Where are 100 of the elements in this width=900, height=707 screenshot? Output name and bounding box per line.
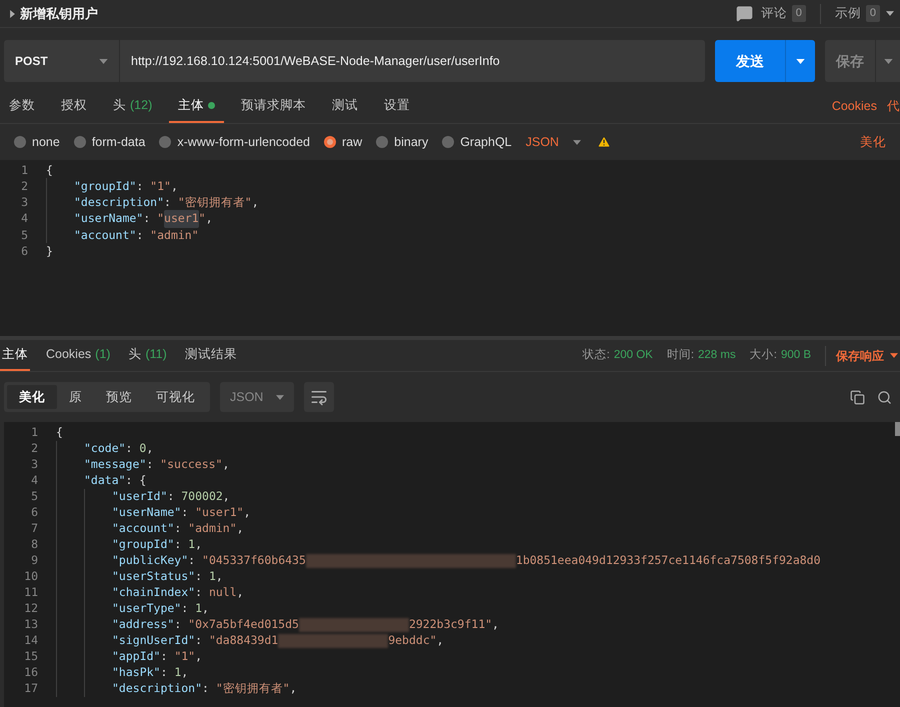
- code-line: "hasPk": 1,: [112, 664, 188, 682]
- line-number: 9: [30, 552, 39, 570]
- body-type-radio[interactable]: none: [14, 132, 60, 152]
- line-number: 12: [23, 600, 39, 618]
- view-mode-tab[interactable]: 原: [57, 385, 94, 409]
- view-mode-tab[interactable]: 美化: [7, 385, 57, 409]
- request-tab[interactable]: 参数: [0, 90, 44, 123]
- caret-icon: [276, 394, 284, 400]
- expand-arrow-icon[interactable]: [10, 10, 15, 18]
- code-line: "account": "admin": [74, 226, 199, 244]
- line-number: 16: [23, 664, 39, 682]
- line-number: 1: [30, 424, 39, 442]
- line-number: 17: [23, 680, 39, 698]
- line-number: 5: [20, 226, 29, 244]
- code-line: "description": "密钥拥有者",: [112, 680, 297, 698]
- line-number: 10: [23, 568, 39, 586]
- response-tab[interactable]: 头 (11): [126, 340, 169, 371]
- status-value: 200 OK: [614, 348, 653, 363]
- examples-label[interactable]: 示例: [834, 4, 861, 23]
- body-type-radio[interactable]: binary: [376, 132, 428, 152]
- comments-count: 0: [792, 5, 806, 22]
- url-field[interactable]: http://192.168.10.124:5001/WeBASE-Node-Manager/user/userInfo: [119, 40, 705, 82]
- response-tab[interactable]: 主体: [0, 340, 30, 371]
- code-line: "userName": "user1",: [112, 504, 251, 522]
- line-number: 1: [20, 162, 29, 179]
- line-number: 3: [30, 456, 39, 474]
- status-label: 状态:: [582, 348, 610, 363]
- code-line: "userStatus": 1,: [112, 568, 223, 586]
- caret-icon: [890, 353, 898, 358]
- status-label: 时间:: [666, 348, 694, 363]
- code-line: "groupId": "1",: [74, 178, 178, 195]
- caret-icon: [886, 11, 894, 16]
- line-number: 3: [20, 194, 29, 212]
- code-line: "groupId": 1,: [112, 536, 202, 554]
- link[interactable]: Cookies: [832, 97, 877, 116]
- format-select[interactable]: JSON: [526, 132, 581, 152]
- caret-icon: [884, 58, 892, 64]
- copy-icon[interactable]: [850, 390, 865, 404]
- view-mode-tab[interactable]: 可视化: [144, 385, 207, 409]
- comments-label[interactable]: 评论: [760, 4, 787, 23]
- view-mode-tab[interactable]: 预览: [94, 385, 144, 409]
- code-line: "chainIndex": null,: [112, 584, 244, 602]
- line-number: 6: [30, 504, 39, 522]
- line-number: 13: [23, 616, 39, 634]
- code-line: "userId": 700002,: [112, 488, 230, 506]
- search-icon[interactable]: [877, 390, 892, 404]
- code-line: "description": "密钥拥有者",: [74, 194, 259, 212]
- code-line: "userType": 1,: [112, 600, 209, 618]
- code-line: "publicKey": "045337f60b6435 1b0851eea049d12933f257ce1146fca7508f5f92a8d0: [112, 552, 821, 570]
- code-line: }: [46, 243, 53, 260]
- code-line: {: [56, 424, 63, 442]
- request-body-editor[interactable]: 1 { 2 "groupId": "1", 3 "description": "密钥拥有者", 4 "userName": "user1", 5 "account": "admin" 6 }: [0, 160, 900, 336]
- line-number: 8: [30, 536, 39, 554]
- line-number: 11: [23, 584, 39, 602]
- request-tab[interactable]: 预请求脚本: [232, 90, 316, 123]
- code-line: "code": 0,: [84, 440, 154, 458]
- code-line: "address": "0x7a5bf4ed015d5 2922b3c9f11",: [112, 616, 499, 634]
- body-type-radio[interactable]: form-data: [74, 132, 146, 152]
- response-tab[interactable]: Cookies (1): [44, 340, 112, 371]
- status-value: 900 B: [780, 348, 811, 363]
- line-number: 4: [30, 472, 39, 490]
- code-line: "appId": "1",: [112, 648, 202, 666]
- wrap-text-button[interactable]: [304, 382, 334, 412]
- line-number: 4: [20, 210, 29, 228]
- save-response-button[interactable]: 保存响应: [836, 346, 900, 364]
- code-line: {: [46, 162, 53, 179]
- request-tab[interactable]: 设置: [375, 90, 420, 123]
- wrap-text-icon: [310, 388, 328, 406]
- line-number: 15: [23, 648, 39, 666]
- body-type-radio[interactable]: x-www-form-urlencoded: [159, 132, 310, 152]
- request-tab[interactable]: 授权: [52, 90, 96, 123]
- beautify-link[interactable]: 美化: [860, 132, 886, 152]
- body-type-radio[interactable]: GraphQL: [442, 132, 512, 152]
- comment-icon[interactable]: [736, 5, 753, 22]
- caret-icon: [572, 140, 581, 144]
- examples-count: 0: [866, 5, 880, 22]
- code-line: "message": "success",: [84, 456, 230, 474]
- line-number: 7: [30, 520, 39, 538]
- request-tab[interactable]: 主体: [169, 90, 224, 123]
- scrollbar[interactable]: [895, 422, 900, 436]
- link[interactable]: 代: [887, 97, 900, 116]
- method-select[interactable]: POST: [4, 40, 119, 82]
- line-number: 14: [23, 632, 39, 650]
- caret-icon: [796, 58, 805, 64]
- code-line: "userName": "user1",: [74, 210, 213, 228]
- request-title: 新增私钥用户: [20, 4, 98, 23]
- line-number: 5: [30, 488, 39, 506]
- caret-icon: [99, 58, 108, 64]
- line-number: 6: [20, 243, 29, 260]
- status-value: 228 ms: [698, 348, 736, 363]
- line-number: 2: [20, 178, 29, 195]
- status-label: 大小:: [750, 348, 777, 363]
- code-line: "account": "admin",: [112, 520, 244, 538]
- send-button[interactable]: 发送: [715, 40, 785, 82]
- request-tab[interactable]: 测试: [323, 90, 368, 123]
- request-tab[interactable]: 头 (12): [104, 90, 162, 123]
- body-type-radio[interactable]: raw: [324, 132, 362, 152]
- response-tab[interactable]: 测试结果: [182, 340, 239, 371]
- warning-icon: [596, 135, 611, 149]
- code-line: "data": {: [84, 472, 146, 490]
